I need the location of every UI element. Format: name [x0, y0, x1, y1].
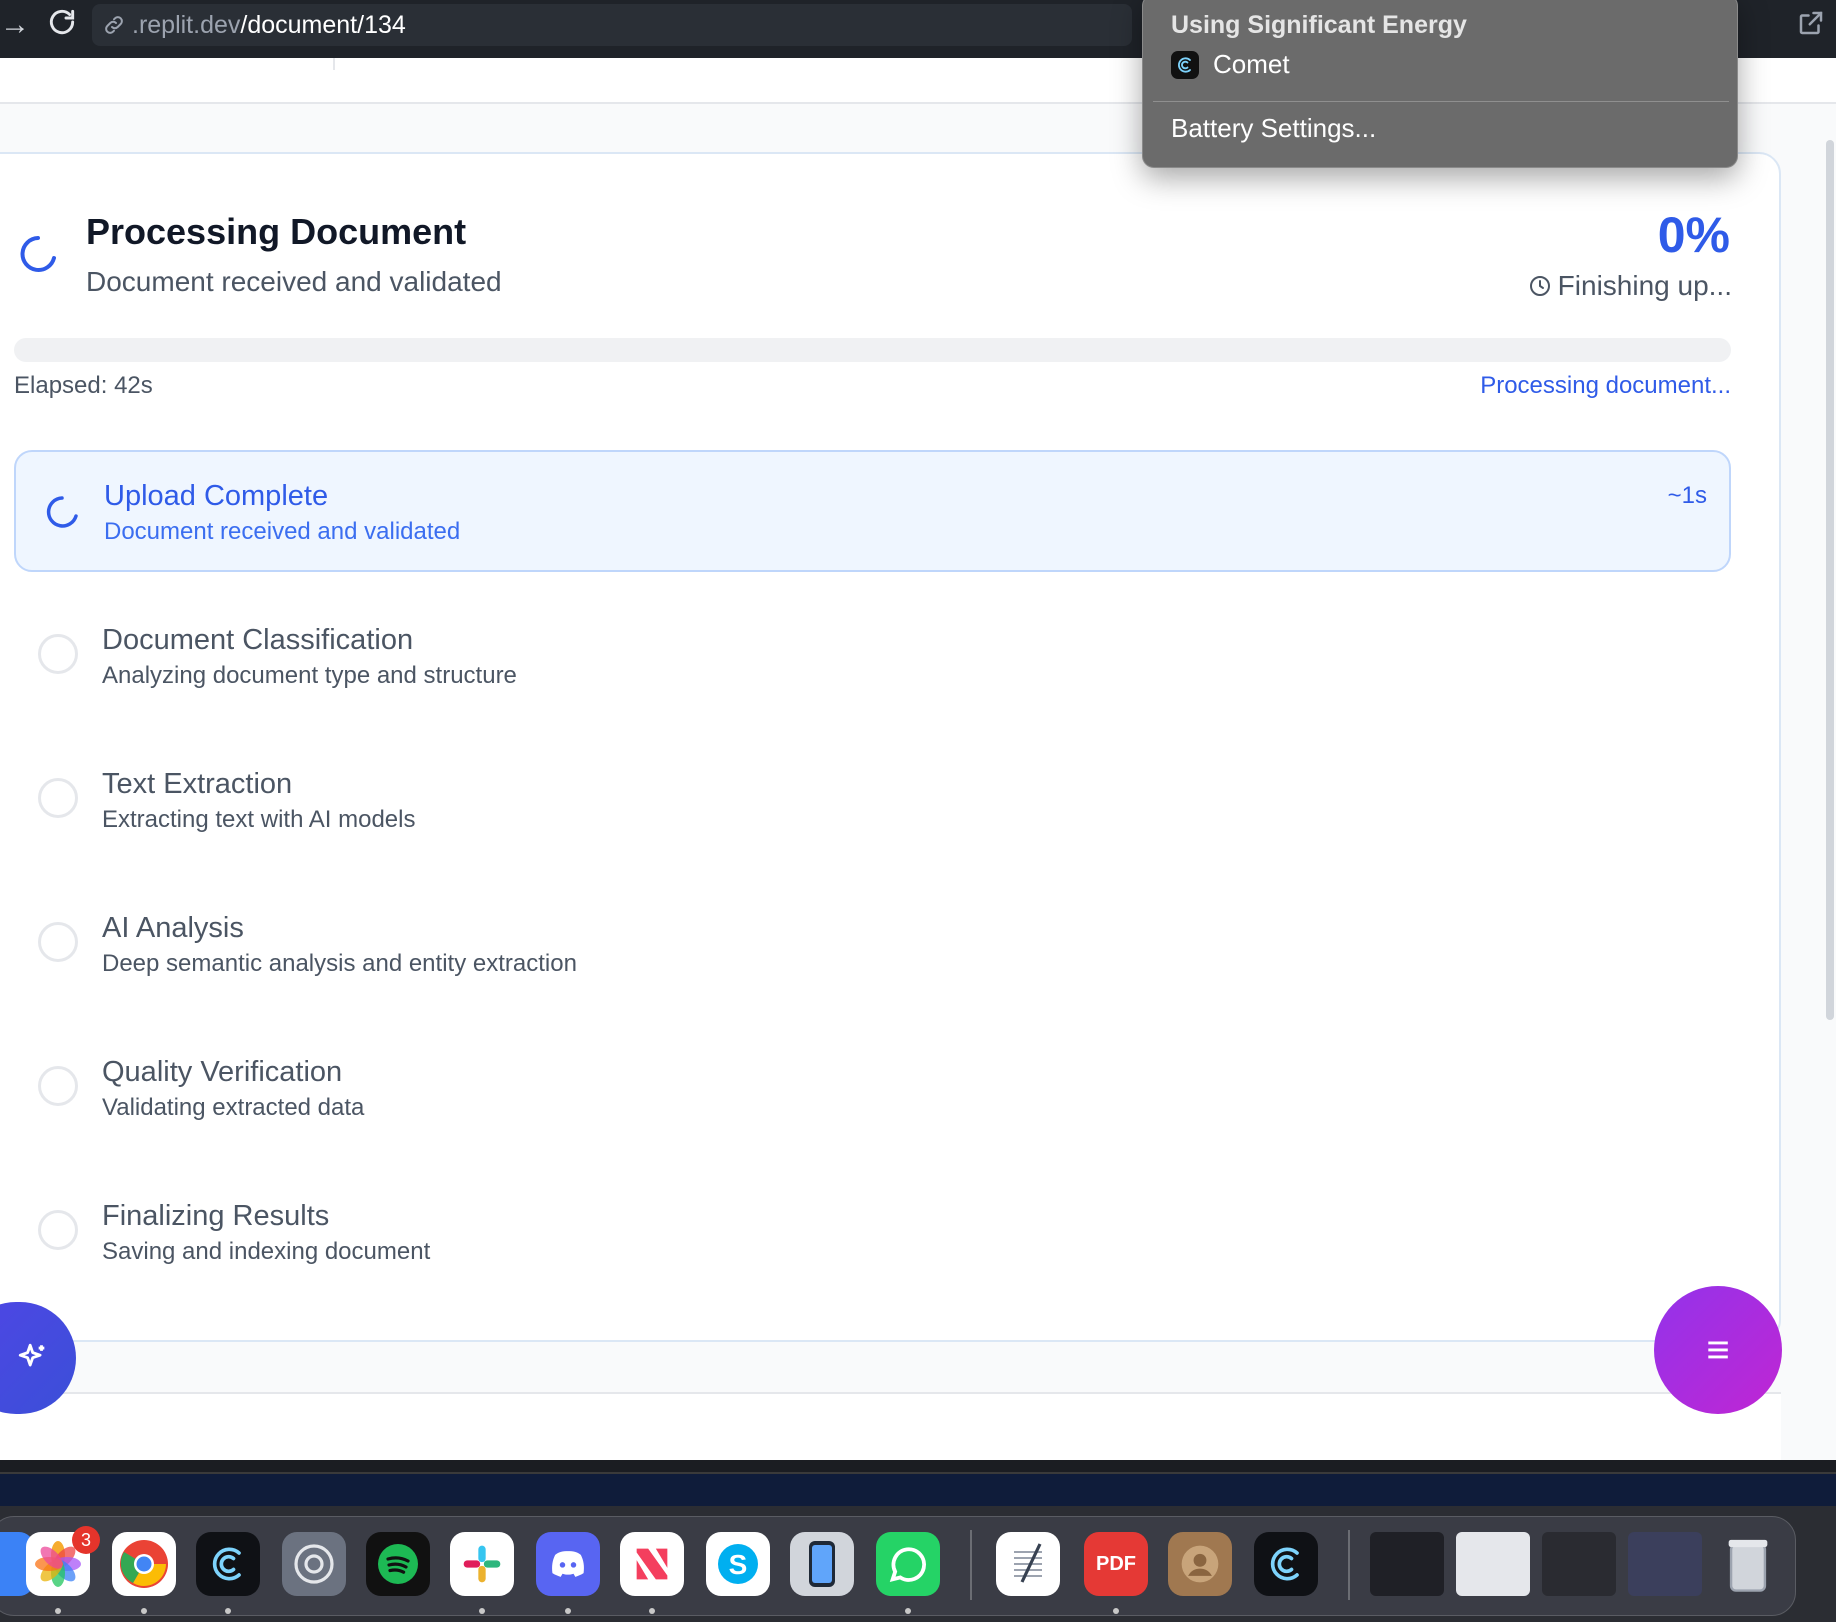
step-title: AI Analysis: [102, 912, 244, 944]
step-description: Document received and validated: [104, 518, 461, 545]
trash-icon[interactable]: [1716, 1532, 1780, 1596]
comet-app-icon: [1171, 50, 1199, 79]
dock-separator: [970, 1530, 972, 1600]
step-description: Validating extracted data: [102, 1094, 365, 1121]
step-title: Finalizing Results: [102, 1200, 330, 1232]
comet-icon[interactable]: [196, 1532, 260, 1596]
elapsed-time: Elapsed: 42s: [14, 372, 153, 399]
running-indicator: [55, 1608, 61, 1614]
step-description: Deep semantic analysis and entity extrac…: [102, 950, 577, 977]
whatsapp-icon[interactable]: [876, 1532, 940, 1596]
running-indicator: [905, 1608, 911, 1614]
step-text-extraction: Text Extraction Extracting text with AI …: [14, 740, 1731, 862]
step-quality-verification: Quality Verification Validating extracte…: [14, 1028, 1731, 1150]
step-finalizing-results: Finalizing Results Saving and indexing d…: [14, 1172, 1731, 1294]
app-name: Comet: [1213, 49, 1290, 79]
page-subtitle: Document received and validated: [86, 266, 502, 297]
running-indicator: [565, 1608, 571, 1614]
desktop-wallpaper: [0, 1472, 1836, 1506]
progress-percent: 0%: [1657, 207, 1730, 263]
step-document-classification: Document Classification Analyzing docume…: [14, 596, 1731, 718]
discord-icon[interactable]: [536, 1532, 600, 1596]
eta-text: Finishing up...: [1557, 270, 1732, 301]
running-indicator: [1113, 1608, 1119, 1614]
skype-icon[interactable]: S: [706, 1532, 770, 1596]
url-domain: .replit.dev: [132, 10, 241, 39]
contacts-icon[interactable]: [1168, 1532, 1232, 1596]
window-thumbnail[interactable]: [1542, 1532, 1616, 1596]
menu-icon: ≡: [1706, 1327, 1730, 1372]
running-indicator: [479, 1608, 485, 1614]
open-external-icon[interactable]: [1796, 8, 1826, 38]
running-indicator: [649, 1608, 655, 1614]
scrollbar[interactable]: [1826, 140, 1834, 1020]
step-ai-analysis: AI Analysis Deep semantic analysis and e…: [14, 884, 1731, 1006]
battery-settings-item[interactable]: Battery Settings...: [1171, 113, 1376, 144]
loading-spinner-icon: [46, 496, 78, 528]
step-title: Quality Verification: [102, 1056, 343, 1088]
step-description: Saving and indexing document: [102, 1238, 431, 1265]
step-upload-complete: Upload Complete Document received and va…: [14, 450, 1731, 572]
comet-icon[interactable]: [1254, 1532, 1318, 1596]
pending-circle-icon: [38, 778, 78, 818]
step-title: Upload Complete: [104, 480, 329, 512]
clock-icon: [1529, 276, 1550, 296]
notification-badge: 3: [72, 1526, 100, 1554]
eta-status: Finishing up...: [1528, 270, 1732, 302]
step-description: Extracting text with AI models: [102, 806, 416, 833]
iphone-mirroring-icon[interactable]: [790, 1532, 854, 1596]
progress-bar: [14, 338, 1731, 362]
processing-status: Processing document...: [1480, 372, 1731, 399]
running-indicator: [141, 1608, 147, 1614]
window-thumbnail[interactable]: [1456, 1532, 1530, 1596]
page-title: Processing Document: [86, 211, 467, 252]
energy-app-item[interactable]: Comet: [1171, 49, 1290, 80]
sparkles-icon: [18, 1343, 45, 1367]
menu-divider: [1153, 101, 1729, 102]
address-bar[interactable]: .replit.dev/document/134: [92, 4, 1132, 46]
loading-spinner-icon: [20, 236, 56, 272]
pending-circle-icon: [38, 634, 78, 674]
battery-menu: Using Significant Energy Comet Battery S…: [1142, 0, 1738, 168]
pending-circle-icon: [38, 1066, 78, 1106]
menu-fab-button[interactable]: ≡: [1654, 1286, 1782, 1414]
step-description: Analyzing document type and structure: [102, 662, 517, 689]
header-divider: [333, 58, 335, 70]
slack-icon[interactable]: [450, 1532, 514, 1596]
pending-circle-icon: [38, 1210, 78, 1250]
textedit-icon[interactable]: [996, 1532, 1060, 1596]
menu-section-header: Using Significant Energy: [1171, 11, 1467, 39]
system-settings-icon[interactable]: [282, 1532, 346, 1596]
window-thumbnail[interactable]: [1628, 1532, 1702, 1596]
link-icon: [105, 16, 123, 34]
step-time-estimate: ~1s: [1667, 482, 1707, 509]
dock-separator: [1348, 1530, 1350, 1600]
running-indicator: [225, 1608, 231, 1614]
chrome-icon[interactable]: [112, 1532, 176, 1596]
step-title: Document Classification: [102, 624, 414, 656]
forward-icon[interactable]: →: [0, 8, 30, 42]
reload-icon[interactable]: [46, 6, 78, 38]
window-thumbnail[interactable]: [1370, 1532, 1444, 1596]
step-title: Text Extraction: [102, 768, 293, 800]
window-bottom-edge: [0, 1460, 1836, 1472]
pending-circle-icon: [38, 922, 78, 962]
pdf-expert-icon[interactable]: PDF: [1084, 1532, 1148, 1596]
svg-text:S: S: [729, 1549, 748, 1580]
url-path: /document/134: [240, 10, 406, 39]
spotify-icon[interactable]: [366, 1532, 430, 1596]
news-icon[interactable]: [620, 1532, 684, 1596]
